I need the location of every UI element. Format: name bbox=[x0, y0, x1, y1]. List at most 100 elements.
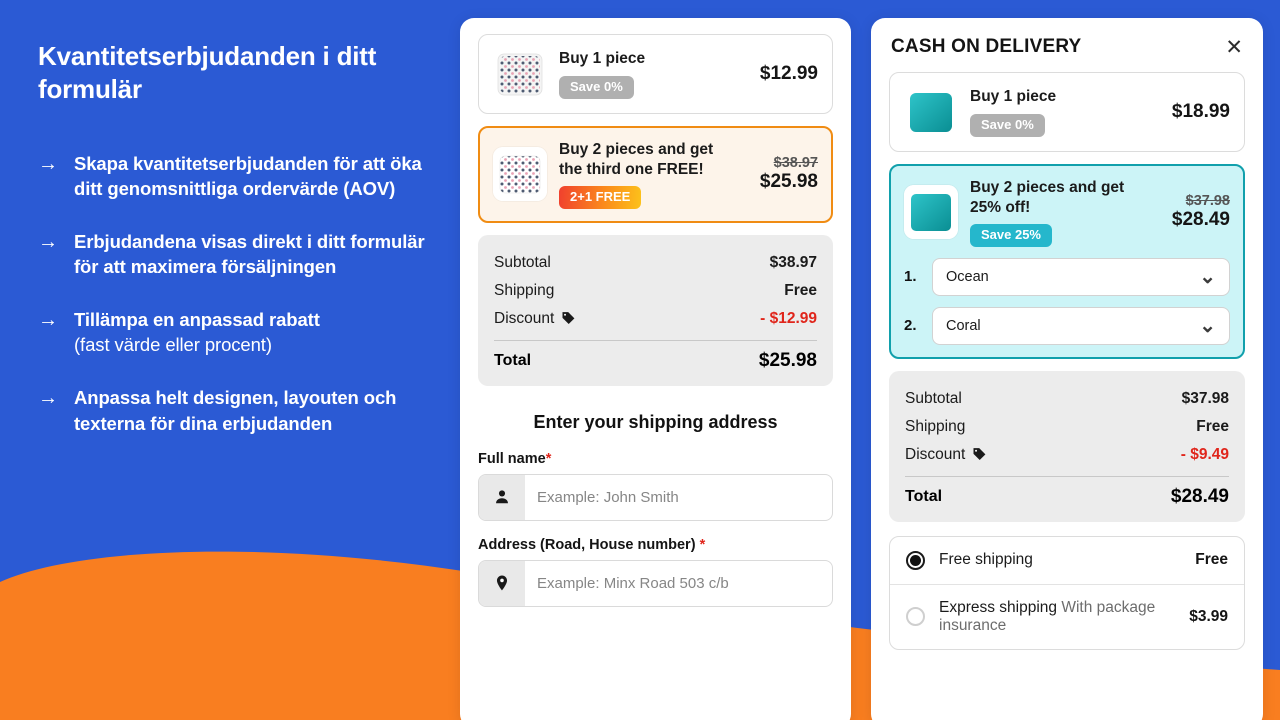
full-name-input[interactable]: Example: John Smith bbox=[525, 475, 832, 520]
variant-index: 1. bbox=[904, 268, 917, 286]
offer-1-price: $12.99 bbox=[752, 63, 818, 85]
offer-price-original: $37.98 bbox=[1185, 193, 1230, 210]
save-badge: Save 0% bbox=[970, 113, 1045, 137]
variant-row-2: 2. Coral ⌄ bbox=[904, 306, 1230, 345]
shipping-option-label-group: Express shipping With package insurance bbox=[939, 599, 1175, 635]
promo-item-main: Erbjudandena visas direkt i ditt formulä… bbox=[74, 230, 425, 277]
shipping-methods: Free shipping Free Express shipping With… bbox=[889, 535, 1245, 650]
promo-feature-list: → Skapa kvantitetserbjudanden för att ök… bbox=[38, 151, 436, 436]
close-icon[interactable]: ✕ bbox=[1225, 37, 1243, 58]
arrow-right-icon: → bbox=[38, 230, 58, 253]
subtotal-value: $37.98 bbox=[1181, 389, 1229, 407]
summary-row-subtotal: Subtotal $37.98 bbox=[905, 385, 1229, 413]
promo-item-text: Tillämpa en anpassad rabatt (fast värde … bbox=[74, 307, 320, 357]
offer-title: Buy 1 piece bbox=[970, 88, 1057, 106]
total-value: $28.49 bbox=[1170, 485, 1229, 507]
promo-item-text: Anpassa helt designen, layouten och text… bbox=[74, 385, 436, 435]
pillow-white-dots-icon bbox=[493, 147, 547, 202]
arrow-right-icon: → bbox=[38, 152, 58, 175]
shipping-value: Free bbox=[784, 281, 817, 299]
shipping-option-express[interactable]: Express shipping With package insurance … bbox=[890, 583, 1244, 649]
pillow-white-dots-icon bbox=[493, 47, 547, 101]
promo-item-text: Erbjudandena visas direkt i ditt formulä… bbox=[74, 229, 436, 279]
shipping-option-price: $3.99 bbox=[1189, 607, 1228, 625]
variant-select-2[interactable]: Coral ⌄ bbox=[932, 306, 1230, 345]
offer-price: $25.98 bbox=[759, 171, 818, 193]
offer-card-1[interactable]: Buy 1 piece Save 0% $12.99 bbox=[478, 34, 833, 114]
variant-select-1[interactable]: Ocean ⌄ bbox=[932, 257, 1230, 296]
subtotal-label: Subtotal bbox=[494, 253, 551, 271]
panel-title: CASH ON DELIVERY bbox=[891, 36, 1082, 57]
total-value: $25.98 bbox=[758, 349, 817, 371]
required-marker: * bbox=[699, 536, 706, 553]
shipping-option-free[interactable]: Free shipping Free bbox=[890, 537, 1244, 584]
discount-label: Discount bbox=[905, 445, 966, 463]
offer-price: $18.99 bbox=[1171, 101, 1230, 122]
discount-value: - $9.49 bbox=[1180, 445, 1229, 463]
discount-label-group: Discount bbox=[494, 310, 576, 328]
chevron-down-icon: ⌄ bbox=[1199, 314, 1216, 337]
promo-item-text: Skapa kvantitetserbjudanden för att öka … bbox=[74, 151, 436, 201]
promo-column: Kvantitetserbjudanden i ditt formulär → … bbox=[0, 0, 460, 720]
offer-2-top: Buy 2 pieces and get 25% off! Save 25% $… bbox=[904, 178, 1230, 247]
order-summary: Subtotal $38.97 Shipping Free Discount -… bbox=[478, 234, 833, 386]
discount-label-group: Discount bbox=[905, 446, 987, 464]
offer-2-body: Buy 2 pieces and get 25% off! Save 25% bbox=[970, 178, 1152, 247]
offer-1-body: Buy 1 piece Save 0% bbox=[970, 87, 1152, 137]
price-tag-icon bbox=[973, 448, 986, 461]
radio-selected-icon[interactable] bbox=[906, 550, 925, 570]
price-tag-icon bbox=[562, 312, 575, 325]
summary-row-discount: Discount - $9.49 bbox=[905, 441, 1229, 469]
offer-title: Buy 2 pieces and get the third one FREE! bbox=[559, 141, 714, 178]
pillow-teal-icon bbox=[904, 185, 958, 240]
summary-row-subtotal: Subtotal $38.97 bbox=[494, 249, 817, 277]
arrow-right-icon: → bbox=[38, 387, 58, 410]
subtotal-label: Subtotal bbox=[905, 389, 962, 407]
variant-index: 2. bbox=[904, 317, 917, 335]
offer-1-price: $18.99 bbox=[1164, 101, 1230, 123]
page-title: Kvantitetserbjudanden i ditt formulär bbox=[38, 41, 377, 105]
radio-unselected-icon[interactable] bbox=[906, 607, 925, 627]
address-label: Address (Road, House number) * bbox=[478, 537, 833, 553]
form-heading: Enter your shipping address bbox=[533, 411, 778, 432]
shipping-label: Shipping bbox=[905, 417, 966, 435]
full-name-label: Full name* bbox=[478, 451, 833, 467]
save-badge: Save 0% bbox=[559, 75, 634, 99]
offer-title: Buy 1 piece bbox=[559, 50, 646, 68]
offer-card-2-selected[interactable]: Buy 2 pieces and get the third one FREE!… bbox=[478, 126, 833, 223]
person-icon bbox=[479, 474, 525, 520]
offer-card-1[interactable]: Buy 1 piece Save 0% $18.99 bbox=[889, 72, 1245, 152]
full-name-label-text: Full name bbox=[478, 450, 546, 467]
summary-divider bbox=[905, 475, 1229, 477]
screenshot-root: Kvantitetserbjudanden i ditt formulär → … bbox=[0, 0, 1280, 720]
address-field-wrap[interactable]: Example: Minx Road 503 c/b bbox=[478, 559, 833, 607]
variant-row-1: 1. Ocean ⌄ bbox=[904, 257, 1230, 296]
list-item: → Erbjudandena visas direkt i ditt formu… bbox=[38, 229, 436, 279]
address-label-text: Address (Road, House number) bbox=[478, 536, 696, 553]
discount-value: - $12.99 bbox=[760, 309, 817, 327]
order-form-panel: Buy 1 piece Save 0% $12.99 Buy 2 pieces … bbox=[460, 18, 851, 720]
shipping-value: Free bbox=[1196, 417, 1229, 435]
promo-badge: 2+1 FREE bbox=[559, 186, 642, 209]
arrow-right-icon: → bbox=[38, 309, 58, 332]
offer-card-2-selected[interactable]: Buy 2 pieces and get 25% off! Save 25% $… bbox=[889, 164, 1245, 359]
promo-item-main: Tillämpa en anpassad rabatt bbox=[74, 309, 320, 331]
location-pin-icon bbox=[479, 560, 525, 606]
offer-price: $12.99 bbox=[759, 63, 818, 84]
offer-title: Buy 2 pieces and get 25% off! bbox=[970, 179, 1125, 216]
address-input[interactable]: Example: Minx Road 503 c/b bbox=[525, 561, 832, 606]
offer-2-body: Buy 2 pieces and get the third one FREE!… bbox=[559, 140, 740, 209]
total-label: Total bbox=[494, 351, 532, 369]
offer-price: $28.49 bbox=[1171, 209, 1230, 231]
summary-row-total: Total $25.98 bbox=[494, 344, 817, 372]
list-item: → Tillämpa en anpassad rabatt (fast värd… bbox=[38, 307, 436, 357]
variant-selected-value: Ocean bbox=[946, 268, 989, 285]
offer-2-price: $37.98 $28.49 bbox=[1164, 193, 1230, 232]
pillow-teal-icon bbox=[904, 85, 958, 139]
summary-row-shipping: Shipping Free bbox=[494, 277, 817, 305]
order-summary: Subtotal $37.98 Shipping Free Discount -… bbox=[889, 370, 1245, 522]
shipping-label: Shipping bbox=[494, 281, 555, 299]
summary-divider bbox=[494, 339, 817, 341]
offer-price-original: $38.97 bbox=[773, 155, 818, 172]
full-name-field-wrap[interactable]: Example: John Smith bbox=[478, 473, 833, 521]
